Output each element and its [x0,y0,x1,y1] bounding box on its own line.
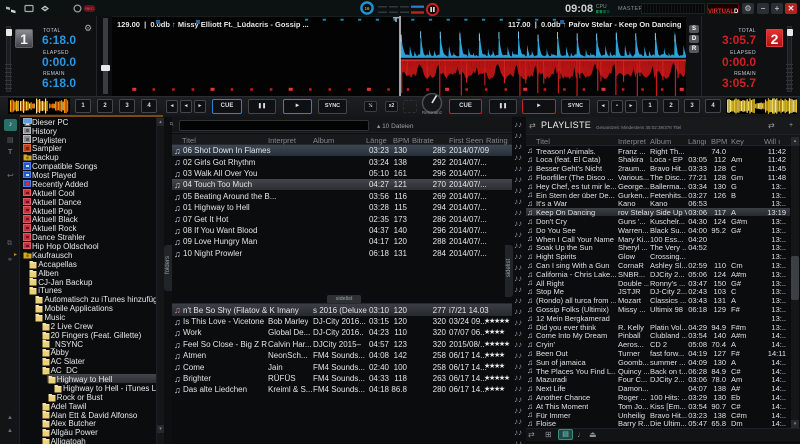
svg-text:REC: REC [85,6,94,11]
svg-text:16: 16 [364,6,370,11]
